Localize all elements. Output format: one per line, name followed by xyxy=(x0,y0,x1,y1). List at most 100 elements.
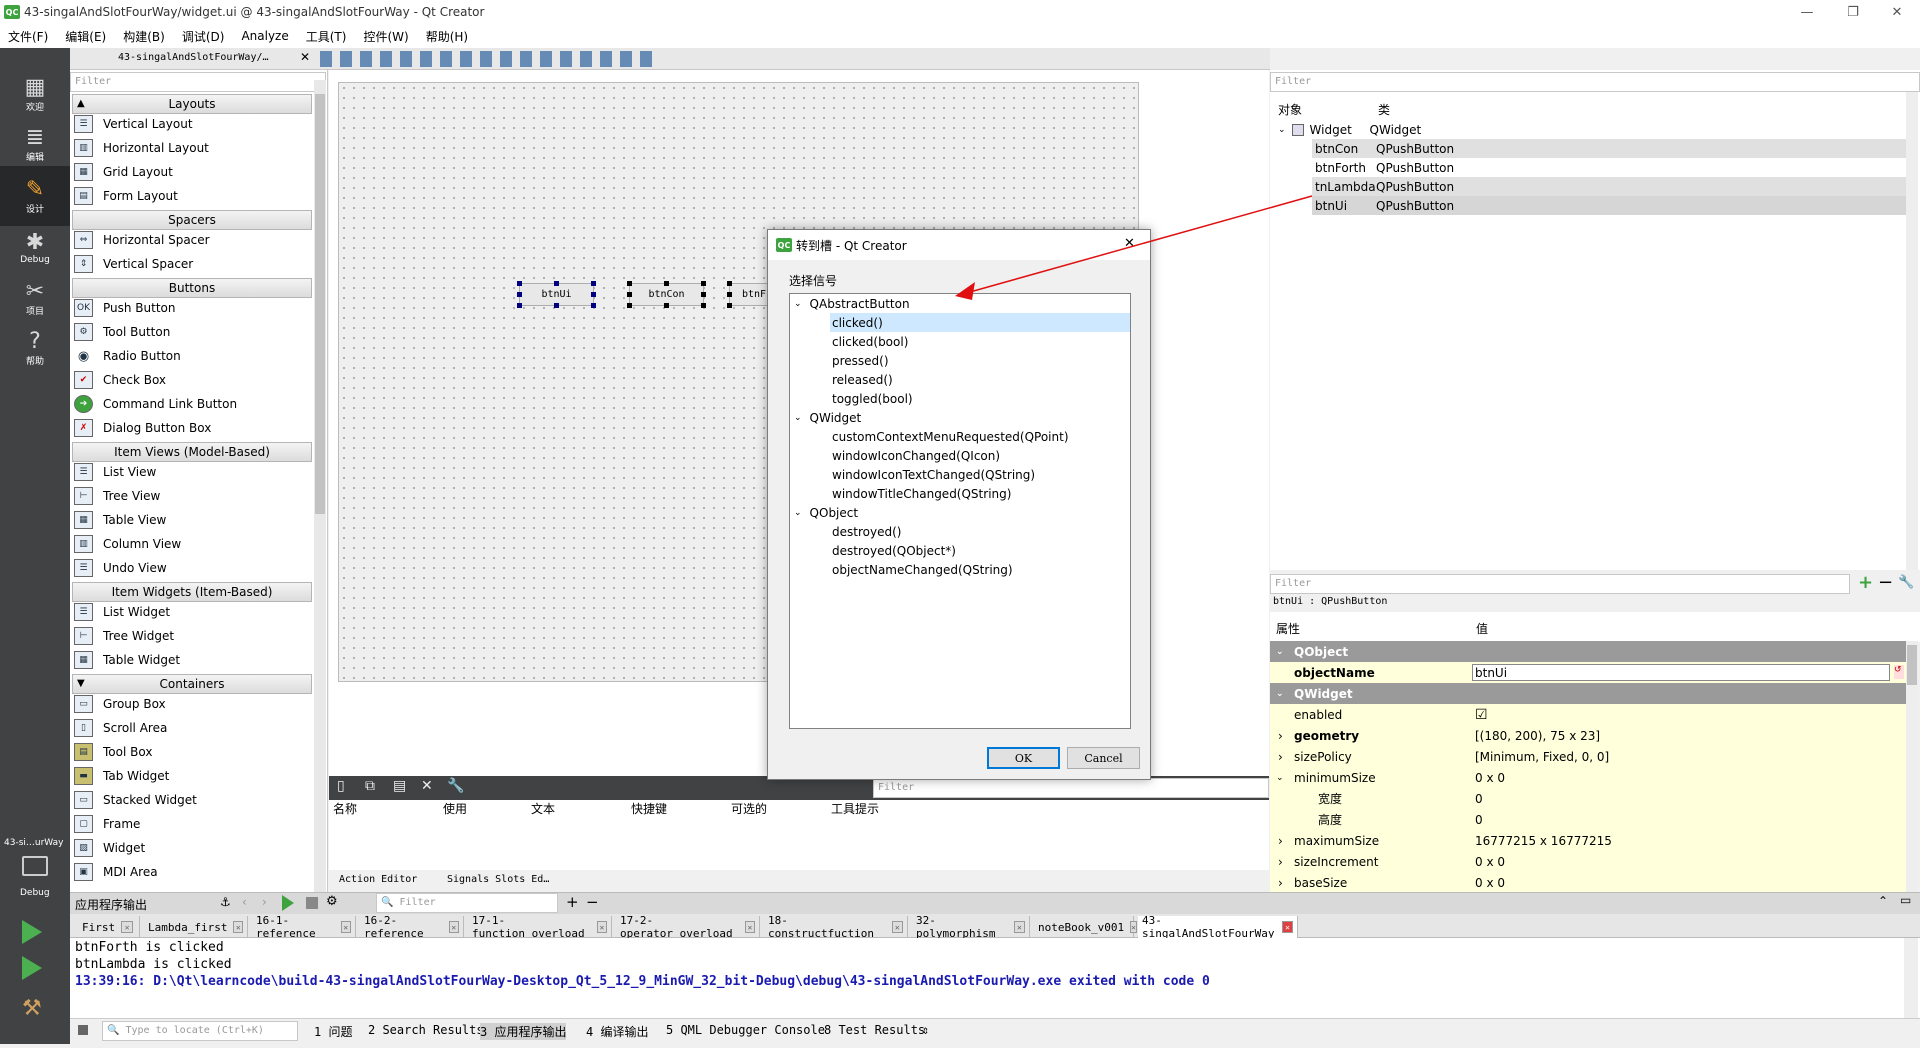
pane-compile-output[interactable]: 4 编译输出 xyxy=(586,1023,648,1040)
signal-item[interactable]: released() xyxy=(832,370,893,389)
copy-action-icon[interactable]: ⧉ xyxy=(365,778,375,794)
widget-undo-view[interactable]: ☰ Undo View xyxy=(74,556,167,580)
section-qobject[interactable]: ⌄ QObject xyxy=(1270,641,1906,662)
dialog-close-button[interactable]: ✕ xyxy=(1124,236,1135,251)
widget-table-widget[interactable]: ▦ Table Widget xyxy=(74,648,180,672)
col-name[interactable]: 名称 xyxy=(329,800,439,820)
pane-app-output[interactable]: 3 应用程序输出 xyxy=(480,1023,567,1040)
selection-handle[interactable] xyxy=(627,292,632,297)
menu-help[interactable]: 帮助(H) xyxy=(426,28,468,45)
tree-row-btnlambda[interactable]: tnLambda QPushButton xyxy=(1312,177,1912,196)
delete-action-icon[interactable]: ✕ xyxy=(421,778,433,794)
menu-build[interactable]: 构建(B) xyxy=(123,28,165,45)
tree-row-btnui[interactable]: btnUi QPushButton xyxy=(1312,196,1912,215)
selection-handle[interactable] xyxy=(701,303,706,308)
close-tab-icon[interactable]: ✕ xyxy=(891,921,903,933)
zoom-out-icon[interactable]: − xyxy=(586,893,599,911)
selection-handle[interactable] xyxy=(701,281,706,286)
col-used[interactable]: 使用 xyxy=(439,800,527,820)
widget-check-box[interactable]: ✔ Check Box xyxy=(74,368,166,392)
selection-handle[interactable] xyxy=(727,281,732,286)
widgetbox-scrollbar[interactable] xyxy=(314,80,326,892)
category-layouts[interactable]: ▲ Layouts xyxy=(72,94,312,114)
signal-item[interactable]: windowTitleChanged(QString) xyxy=(832,484,1011,503)
menu-edit[interactable]: 编辑(E) xyxy=(65,28,106,45)
output-tab[interactable]: 17-1-function_overload ✕ xyxy=(468,914,612,940)
pane-issues[interactable]: 1 问题 xyxy=(314,1023,352,1040)
close-button[interactable]: ✕ xyxy=(1874,0,1920,24)
maximize-button[interactable]: ❐ xyxy=(1830,0,1876,24)
maximize-pane-icon[interactable]: ⌃ xyxy=(1878,894,1888,908)
widget-tool-box[interactable]: ▤ Tool Box xyxy=(74,740,152,764)
tree-row-btncon[interactable]: btnCon QPushButton xyxy=(1312,139,1912,158)
widget-stacked-widget[interactable]: ▭ Stacked Widget xyxy=(74,788,197,812)
signal-group-qwidget[interactable]: ⌄ QWidget xyxy=(794,408,861,427)
widget-group-box[interactable]: ▭ Group Box xyxy=(74,692,166,716)
category-spacers[interactable]: Spacers xyxy=(72,210,312,230)
close-tab-icon[interactable]: ✕ xyxy=(596,921,607,933)
output-tab[interactable]: Lambda_first ✕ xyxy=(144,916,248,938)
prop-basesize[interactable]: › baseSize 0 x 0 xyxy=(1270,872,1906,893)
output-scrollbar[interactable] xyxy=(1904,938,1918,1018)
category-buttons[interactable]: Buttons xyxy=(72,278,312,298)
cancel-button[interactable]: Cancel xyxy=(1067,747,1140,769)
mode-edit[interactable]: ≣ 编辑 xyxy=(0,114,70,174)
signal-group-qobject[interactable]: ⌄ QObject xyxy=(794,503,858,522)
output-filter-input[interactable]: 🔍 Filter xyxy=(376,893,558,913)
pane-search-results[interactable]: 2 Search Results xyxy=(368,1023,484,1037)
selection-handle[interactable] xyxy=(627,303,632,308)
widget-widget[interactable]: ▨ Widget xyxy=(74,836,145,860)
attach-icon[interactable]: ⚓ xyxy=(220,895,231,909)
close-tab-icon[interactable]: ✕ xyxy=(448,921,459,933)
sidebar-toggle-icon[interactable] xyxy=(78,1025,88,1035)
output-tab[interactable]: 17-2-operator_overload ✕ xyxy=(616,914,760,940)
prop-sizepolicy[interactable]: › sizePolicy [Minimum, Fixed, 0, 0] xyxy=(1270,746,1906,767)
run-icon[interactable] xyxy=(22,920,42,944)
output-tab[interactable]: 16-2-reference ✕ xyxy=(360,914,464,940)
action-filter-input[interactable]: Filter xyxy=(873,778,1269,798)
widget-tree-widget[interactable]: ⊢ Tree Widget xyxy=(74,624,174,648)
monitor-icon[interactable] xyxy=(22,856,48,876)
widget-mdi-area[interactable]: ▣ MDI Area xyxy=(74,860,158,884)
next-icon[interactable]: › xyxy=(262,895,267,909)
widget-list-view[interactable]: ☰ List View xyxy=(74,460,156,484)
minimize-button[interactable]: — xyxy=(1784,0,1830,24)
signal-item[interactable]: destroyed(QObject*) xyxy=(832,541,956,560)
selection-handle[interactable] xyxy=(554,281,559,286)
close-file-icon[interactable]: ✕ xyxy=(300,50,310,64)
settings-gear-icon[interactable]: ⚙ xyxy=(326,894,338,909)
prop-width[interactable]: 宽度 0 xyxy=(1270,788,1906,809)
menu-debug[interactable]: 调试(D) xyxy=(182,28,225,45)
col-shortcut[interactable]: 快捷键 xyxy=(627,800,727,820)
selection-handle[interactable] xyxy=(517,292,522,297)
output-tab[interactable]: 16-1-reference ✕ xyxy=(252,914,356,940)
remove-property-icon[interactable]: − xyxy=(1878,572,1893,593)
prop-geometry[interactable]: › geometry [(180, 200), 75 x 23] xyxy=(1270,725,1906,746)
col-class[interactable]: 类 xyxy=(1378,100,1390,119)
menu-analyze[interactable]: Analyze xyxy=(241,29,288,43)
open-file-combo[interactable]: 43-singalAndSlotFourWay/… xyxy=(118,52,269,63)
prop-objectname[interactable]: objectName btnUi ↺ xyxy=(1270,662,1906,683)
signal-group-qabstractbutton[interactable]: ⌄ QAbstractButton xyxy=(794,294,910,313)
output-tab[interactable]: First ✕ xyxy=(78,916,140,938)
widget-form-layout[interactable]: ▤ Form Layout xyxy=(74,184,178,208)
close-tab-icon[interactable]: ✕ xyxy=(233,921,243,933)
signal-item-selected[interactable]: clicked() xyxy=(830,313,1130,332)
configure-action-icon[interactable]: 🔧 xyxy=(447,778,464,794)
prop-enabled[interactable]: enabled ☑ xyxy=(1270,704,1906,725)
prop-maximumsize[interactable]: › maximumSize 16777215 x 16777215 xyxy=(1270,830,1906,851)
add-property-icon[interactable]: + xyxy=(1858,572,1873,593)
tab-signals-slots-editor[interactable]: Signals Slots Ed… xyxy=(447,874,549,885)
property-scroll-thumb[interactable] xyxy=(1907,645,1917,685)
mode-design[interactable]: ✎ 设计 xyxy=(0,166,70,226)
locator-input[interactable]: 🔍 Type to locate (Ctrl+K) xyxy=(102,1021,298,1041)
chevron-right-icon[interactable]: › xyxy=(1278,876,1283,890)
widget-scroll-area[interactable]: ▯ Scroll Area xyxy=(74,716,167,740)
signal-item[interactable]: destroyed() xyxy=(832,522,901,541)
widget-vertical-spacer[interactable]: ⇕ Vertical Spacer xyxy=(74,252,193,276)
selection-handle[interactable] xyxy=(727,292,732,297)
category-containers[interactable]: ▼ Containers xyxy=(72,674,312,694)
menu-file[interactable]: 文件(F) xyxy=(8,28,48,45)
build-hammer-icon[interactable]: ⚒ xyxy=(22,996,42,1021)
widget-command-link-button[interactable]: ➔ Command Link Button xyxy=(74,392,237,416)
